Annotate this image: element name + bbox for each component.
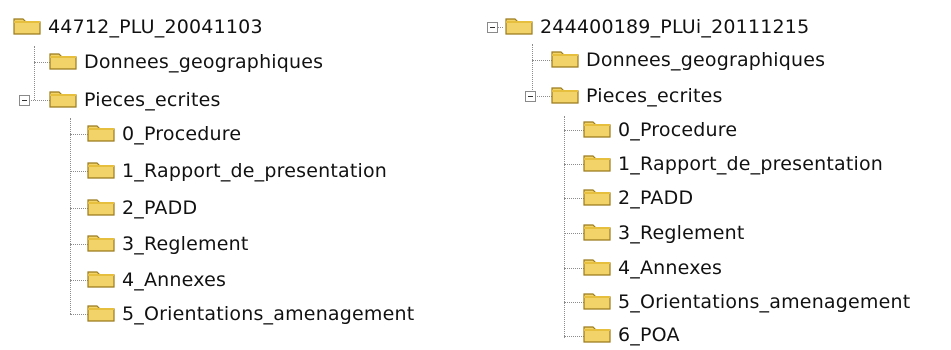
tree-node-label: Donnees_geographiques xyxy=(586,49,826,71)
collapse-minus-icon[interactable] xyxy=(487,22,498,33)
tree-node-0-procedure[interactable]: 0_Procedure xyxy=(86,119,241,149)
folder-icon xyxy=(582,289,612,315)
tree-connector xyxy=(70,118,71,314)
tree-node-4-annexes[interactable]: 4_Annexes xyxy=(86,265,226,295)
folder-icon xyxy=(582,185,612,211)
tree-node-label: 4_Annexes xyxy=(122,269,227,291)
folder-icon xyxy=(582,220,612,246)
tree-node-donnees-geographiques[interactable]: Donnees_geographiques xyxy=(48,47,323,77)
folder-icon xyxy=(582,255,612,281)
tree-node-label: 3_Reglement xyxy=(122,233,249,255)
tree-node-label: Pieces_ecrites xyxy=(586,85,723,107)
collapse-minus-icon[interactable] xyxy=(525,91,536,102)
tree-node-2-padd[interactable]: 2_PADD xyxy=(582,183,693,213)
tree-connector xyxy=(564,116,565,338)
tree-node-pieces-ecrites[interactable]: Pieces_ecrites xyxy=(48,85,221,115)
tree-node-label: 0_Procedure xyxy=(618,119,738,141)
folder-icon xyxy=(86,121,116,147)
tree-node-label: Pieces_ecrites xyxy=(84,89,221,111)
tree-node-5-orientations-amenagement[interactable]: 5_Orientations_amenagement xyxy=(582,287,910,317)
right-folder-tree: 244400189_PLUi_20111215 Donnees_geograph… xyxy=(480,0,951,346)
tree-node-1-rapport-de-presentation[interactable]: 1_Rapport_de_presentation xyxy=(582,149,883,179)
tree-node-donnees-geographiques[interactable]: Donnees_geographiques xyxy=(550,45,825,75)
tree-node-root[interactable]: 244400189_PLUi_20111215 xyxy=(504,12,809,42)
collapse-minus-icon[interactable] xyxy=(19,95,30,106)
tree-node-3-reglement[interactable]: 3_Reglement xyxy=(86,229,249,259)
tree-node-label: 3_Reglement xyxy=(618,222,745,244)
folder-icon xyxy=(48,87,78,113)
tree-node-3-reglement[interactable]: 3_Reglement xyxy=(582,218,745,248)
tree-node-label: 4_Annexes xyxy=(618,257,723,279)
tree-node-label: 2_PADD xyxy=(618,187,694,209)
tree-node-4-annexes[interactable]: 4_Annexes xyxy=(582,253,722,283)
tree-node-label: 244400189_PLUi_20111215 xyxy=(540,16,810,38)
folder-icon xyxy=(582,151,612,177)
folder-icon xyxy=(86,267,116,293)
folder-icon xyxy=(504,14,534,40)
folder-icon xyxy=(86,195,116,221)
tree-connector xyxy=(34,46,35,100)
tree-node-0-procedure[interactable]: 0_Procedure xyxy=(582,115,737,145)
tree-node-label: 5_Orientations_amenagement xyxy=(122,303,415,325)
folder-icon xyxy=(550,83,580,109)
tree-node-label: 0_Procedure xyxy=(122,123,242,145)
tree-node-label: 5_Orientations_amenagement xyxy=(618,291,911,313)
tree-node-2-padd[interactable]: 2_PADD xyxy=(86,193,197,223)
folder-icon xyxy=(582,117,612,143)
folder-icon xyxy=(12,14,42,40)
tree-node-root[interactable]: 44712_PLU_20041103 xyxy=(12,12,263,42)
folder-icon xyxy=(86,231,116,257)
left-folder-tree: 44712_PLU_20041103 Donnees_geographiques… xyxy=(0,0,480,346)
tree-node-pieces-ecrites[interactable]: Pieces_ecrites xyxy=(550,81,723,111)
folder-icon xyxy=(582,322,612,348)
tree-node-label: Donnees_geographiques xyxy=(84,51,324,73)
tree-node-label: 44712_PLU_20041103 xyxy=(48,16,263,38)
tree-node-label: 1_Rapport_de_presentation xyxy=(122,160,388,182)
folder-icon xyxy=(86,301,116,327)
folder-icon xyxy=(48,49,78,75)
tree-node-5-orientations-amenagement[interactable]: 5_Orientations_amenagement xyxy=(86,299,414,329)
tree-node-label: 2_PADD xyxy=(122,197,198,219)
folder-icon xyxy=(550,47,580,73)
tree-connector xyxy=(532,44,533,98)
tree-node-1-rapport-de-presentation[interactable]: 1_Rapport_de_presentation xyxy=(86,156,387,186)
folder-icon xyxy=(86,158,116,184)
tree-node-label: 1_Rapport_de_presentation xyxy=(618,153,884,175)
